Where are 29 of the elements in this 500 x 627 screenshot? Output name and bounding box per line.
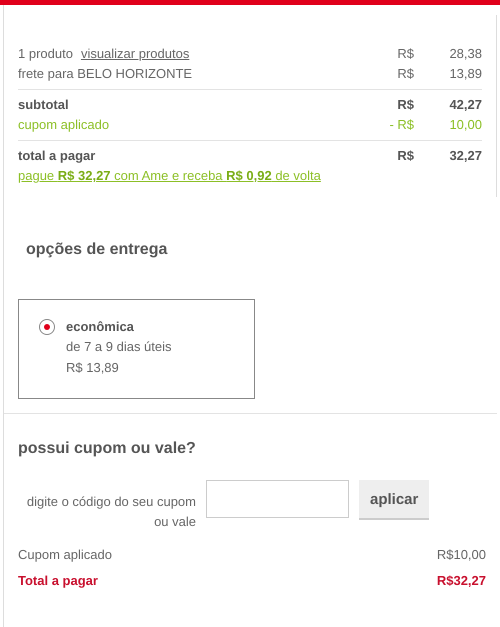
amount-value: 42,27 xyxy=(448,96,482,114)
summary-label: subtotal xyxy=(18,96,69,114)
delivery-price: R$ 13,89 xyxy=(66,359,120,377)
summary-label: 1 produto xyxy=(18,45,73,63)
section-heading: possui cupom ou vale? xyxy=(18,440,197,458)
currency-label: R$ xyxy=(396,147,414,165)
amount-value: 13,89 xyxy=(448,65,482,83)
summary-label: cupom aplicado xyxy=(18,116,110,134)
view-products-link[interactable]: visualizar produtos xyxy=(80,44,190,64)
line-value: R$32,27 xyxy=(436,572,486,590)
delivery-time: de 7 a 9 dias úteis xyxy=(66,338,172,356)
amount-value: 28,38 xyxy=(448,45,482,63)
line-label: Cupom aplicado xyxy=(18,546,112,564)
radio-button[interactable] xyxy=(39,319,55,335)
amount-value: 32,27 xyxy=(448,147,482,165)
option-name: econômica xyxy=(66,318,135,336)
section-heading: opções de entrega xyxy=(26,241,168,259)
summary-label: total a pagar xyxy=(18,147,96,165)
currency-label: R$ xyxy=(396,45,414,63)
amount-value: 10,00 xyxy=(448,116,482,134)
currency-label: - R$ xyxy=(388,116,414,134)
summary-label: frete para BELO HORIZONTE xyxy=(18,65,192,83)
apply-button[interactable]: aplicar xyxy=(359,480,430,520)
coupon-code-field[interactable] xyxy=(206,480,349,518)
line-value: R$10,00 xyxy=(436,546,486,564)
currency-label: R$ xyxy=(396,96,414,114)
line-label: Total a pagar xyxy=(18,572,98,590)
field-label: digite o código do seu cupom ou vale xyxy=(26,493,196,531)
currency-label: R$ xyxy=(396,65,414,83)
